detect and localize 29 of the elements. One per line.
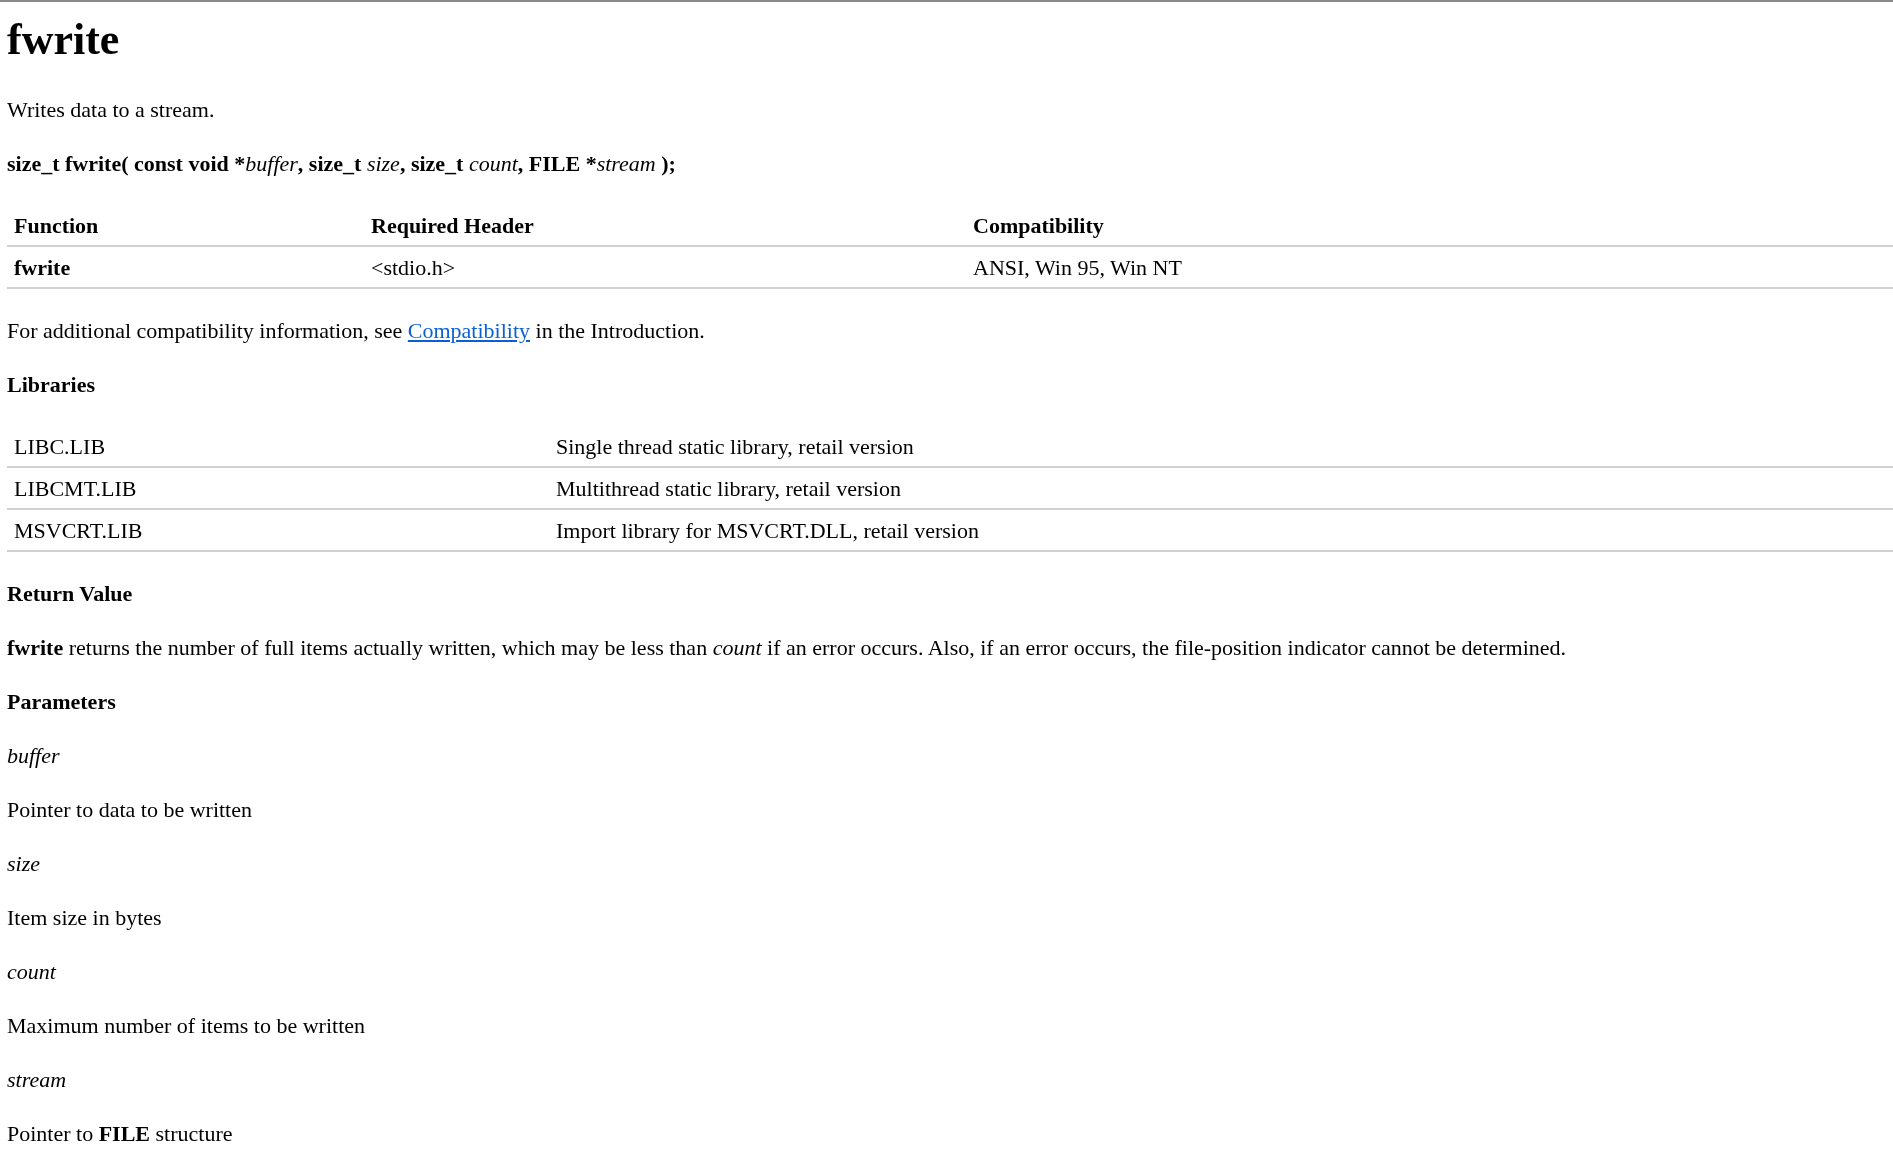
parameter-description: Pointer to FILE structure [7,1121,233,1146]
table-cell-text: LIBC.LIB [13,433,106,459]
table-header-cell-text: Function [13,212,99,238]
section-heading: Return Value [7,581,133,606]
parameter-name: count [7,959,56,984]
body-text: fwrite returns the number of full items actually written, which may be less than count if an error occurs. Also, if an error occurs, the file-position indicator cannot be determined. [7,635,1567,660]
table-header-cell-text: Required Header [370,212,534,238]
table-cell-text: LIBCMT.LIB [13,475,137,501]
table-cell-text: Single thread static library, retail version [555,433,914,459]
section-heading: Libraries [7,372,95,397]
parameter-description: Maximum number of items to be written [7,1013,366,1038]
table-cell-text: Import library for MSVCRT.DLL, retail version [555,517,979,543]
parameter-name: buffer [7,743,60,768]
table-cell-text: fwrite [13,254,71,280]
summary-text: Writes data to a stream. [7,97,215,122]
parameter-name: stream [7,1067,67,1092]
table-cell-text: Multithread static library, retail version [555,475,901,501]
syntax-text: size_t fwrite( const void *buffer, size_t size, size_t count, FILE *stream ); [7,151,676,176]
parameter-description: Pointer to data to be written [7,797,252,822]
parameter-description: Item size in bytes [7,905,162,930]
section-heading: Parameters [7,689,116,714]
table-cell-text: <stdio.h> [370,254,456,280]
parameter-name: size [7,851,40,876]
table-cell-text: MSVCRT.LIB [13,517,143,543]
compatibility-link[interactable]: Compatibility [407,318,531,343]
table-header-cell-text: Compatibility [972,212,1104,238]
page-title: fwrite [7,18,120,62]
table-cell-text: ANSI, Win 95, Win NT [972,254,1182,280]
body-text: For additional compatibility information, see Compatibility in the Introduction. [7,318,705,343]
